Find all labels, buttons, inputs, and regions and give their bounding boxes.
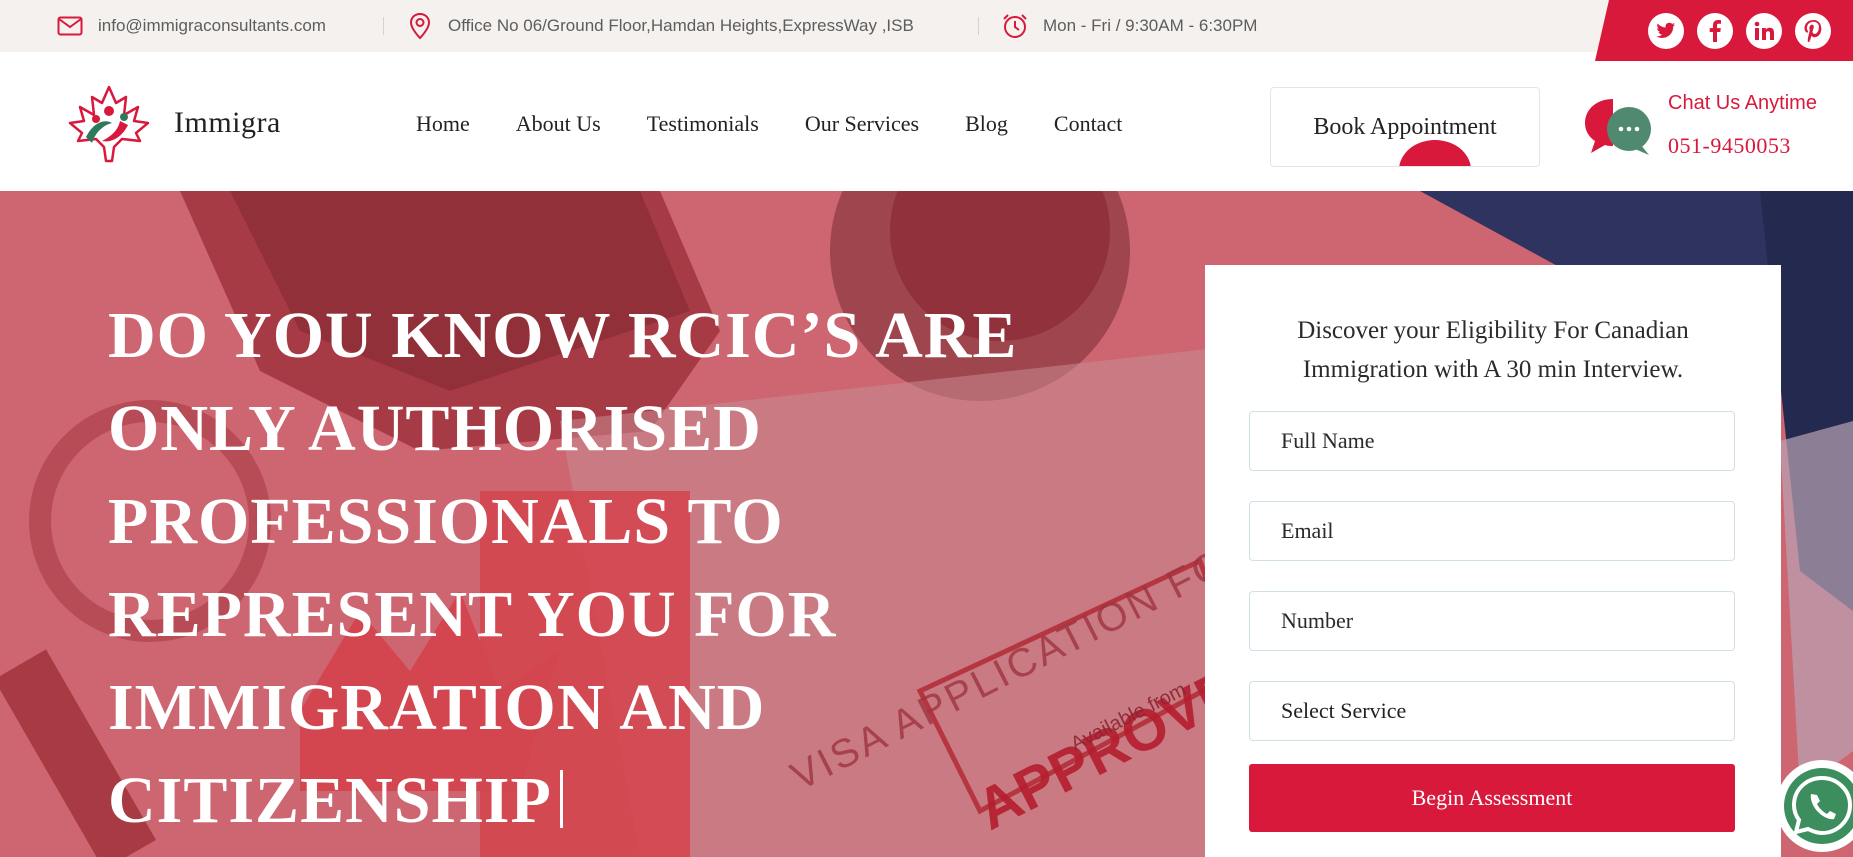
headline-line-6-text: CITIZENSHIP <box>108 764 552 837</box>
topbar-email-text: info@immigraconsultants.com <box>98 16 326 35</box>
divider <box>978 17 979 35</box>
headline-line-3: PROFESSIONALS TO <box>108 485 784 558</box>
nav-contact[interactable]: Contact <box>1054 111 1122 137</box>
location-pin-icon <box>406 12 434 40</box>
form-title-line-1: Discover your Eligibility For Canadian <box>1297 317 1689 344</box>
nav-blog[interactable]: Blog <box>965 111 1008 137</box>
book-appointment-label: Book Appointment <box>1313 113 1497 140</box>
service-select[interactable]: Select Service <box>1249 681 1735 741</box>
begin-assessment-button[interactable]: Begin Assessment <box>1249 764 1735 832</box>
divider <box>383 17 384 35</box>
social-links <box>1595 0 1853 61</box>
topbar-address: Office No 06/Ground Floor,Hamdan Heights… <box>406 0 914 52</box>
headline-line-5: IMMIGRATION AND <box>108 671 766 744</box>
headline-line-4: REPRESENT YOU FOR <box>108 578 837 651</box>
top-info-bar: info@immigraconsultants.com Office No 06… <box>0 0 1853 52</box>
chat-title[interactable]: Chat Us Anytime <box>1668 92 1817 115</box>
nav-home[interactable]: Home <box>416 111 470 137</box>
form-title-line-2: Immigration with A 30 min Interview. <box>1302 356 1684 383</box>
facebook-icon[interactable] <box>1697 12 1733 49</box>
whatsapp-icon[interactable] <box>1770 754 1853 857</box>
email-input[interactable] <box>1249 501 1735 561</box>
mail-icon <box>56 12 84 40</box>
book-appointment-button[interactable]: Book Appointment <box>1270 87 1540 167</box>
form-title: Discover your Eligibility For Canadian I… <box>1205 311 1781 389</box>
main-header: Immigra Home About Us Testimonials Our S… <box>0 61 1853 191</box>
full-name-input[interactable] <box>1249 411 1735 471</box>
nav-testimonials[interactable]: Testimonials <box>647 111 759 137</box>
service-select-value: Select Service <box>1281 698 1407 723</box>
number-input[interactable] <box>1249 591 1735 651</box>
chat-bubble-icon[interactable] <box>1583 95 1655 159</box>
nav-our-services[interactable]: Our Services <box>805 111 919 137</box>
topbar-hours-text: Mon - Fri / 9:30AM - 6:30PM <box>1043 16 1258 35</box>
brand-name[interactable]: Immigra <box>174 106 281 140</box>
linkedin-icon[interactable] <box>1746 12 1782 49</box>
chat-phone[interactable]: 051-9450053 <box>1668 133 1791 159</box>
pinterest-icon[interactable] <box>1795 12 1831 49</box>
button-hover-blob <box>1399 140 1471 166</box>
headline-line-6: CITIZENSHIP <box>108 754 1088 847</box>
topbar-hours: Mon - Fri / 9:30AM - 6:30PM <box>1001 0 1257 52</box>
main-nav: Home About Us Testimonials Our Services … <box>416 111 1122 137</box>
alarm-clock-icon <box>1001 12 1029 40</box>
typing-cursor <box>559 770 563 828</box>
nav-about-us[interactable]: About Us <box>516 111 601 137</box>
headline-line-1: DO YOU KNOW RCIC’S ARE <box>108 299 1018 372</box>
topbar-email[interactable]: info@immigraconsultants.com <box>56 0 326 52</box>
eligibility-form-card: Discover your Eligibility For Canadian I… <box>1205 265 1781 857</box>
headline-line-2: ONLY AUTHORISED <box>108 392 762 465</box>
twitter-icon[interactable] <box>1648 12 1684 49</box>
hero-headline: DO YOU KNOW RCIC’S ARE ONLY AUTHORISED P… <box>108 289 1088 847</box>
topbar-address-text: Office No 06/Ground Floor,Hamdan Heights… <box>448 16 914 35</box>
maple-leaf-logo-icon[interactable] <box>66 85 152 165</box>
